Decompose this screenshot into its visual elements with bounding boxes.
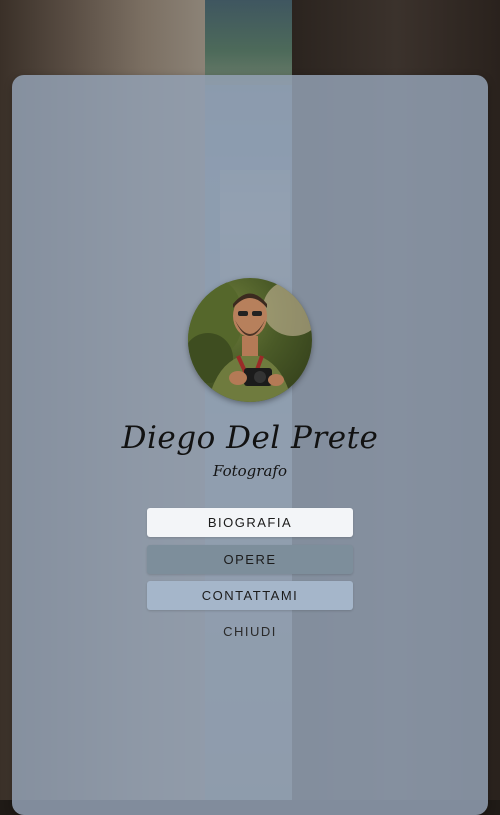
avatar: [188, 278, 312, 402]
profile-subtitle: Fotografo: [213, 462, 287, 480]
background-hill: [205, 0, 292, 85]
biografia-button[interactable]: BIOGRAFIA: [147, 508, 353, 537]
profile-name: Diego Del Prete: [121, 420, 379, 456]
close-menu-link[interactable]: CHIUDI: [0, 624, 500, 639]
opere-button[interactable]: OPERE: [147, 545, 353, 574]
contattami-button[interactable]: CONTATTAMI: [147, 581, 353, 610]
photographer-portrait-icon: [188, 278, 312, 402]
